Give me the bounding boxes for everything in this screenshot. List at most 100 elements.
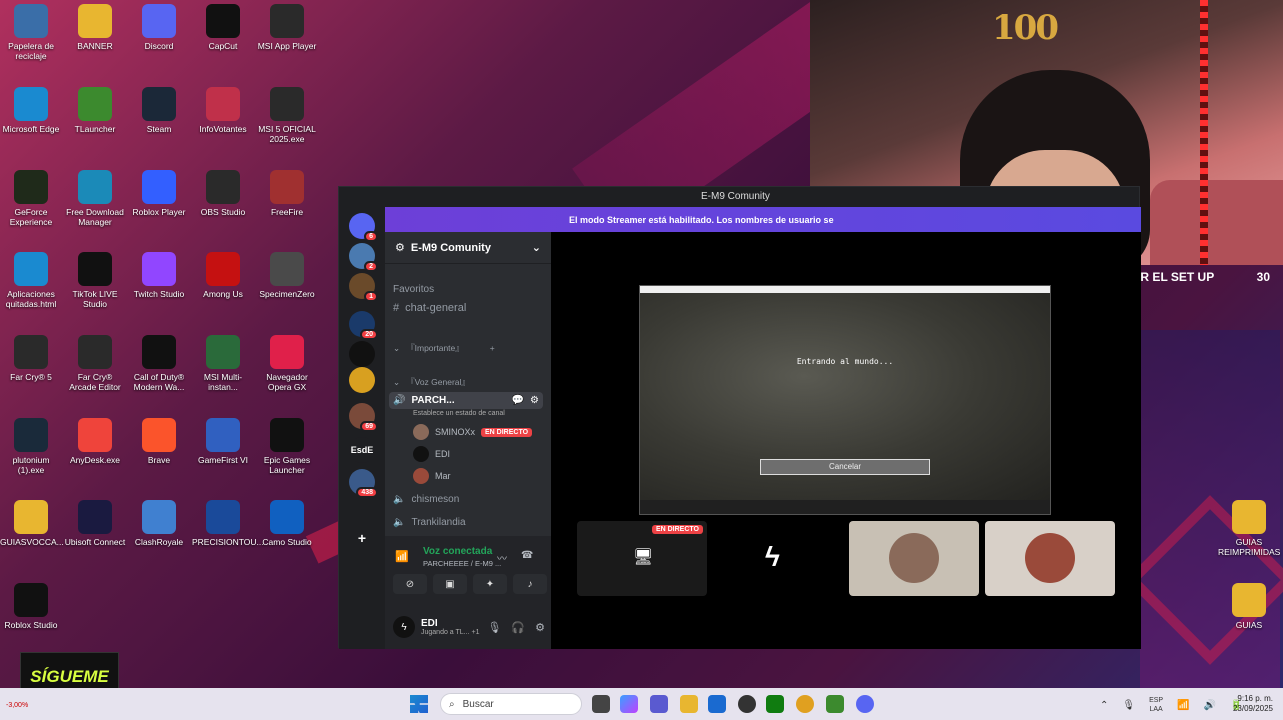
server-icon[interactable] [349, 367, 375, 393]
disconnect-icon[interactable]: ☎ [521, 550, 533, 561]
desktop-icon[interactable]: GUIASVOCCA... [0, 500, 64, 547]
server-icon[interactable] [349, 341, 375, 367]
app-icon[interactable] [738, 695, 756, 713]
channel-status-hint[interactable]: Establece un estado de canal [413, 410, 505, 417]
desktop-icon[interactable]: Navegador Opera GX [256, 335, 318, 392]
desktop-icon[interactable]: PRECISIONTOU... [192, 500, 264, 547]
wifi-icon[interactable]: 📶 [1177, 700, 1189, 711]
desktop-icon[interactable]: Ubisoft Connect [64, 500, 126, 547]
discord-taskbar-icon[interactable] [856, 695, 874, 713]
user-avatar[interactable]: ϟ [393, 616, 415, 638]
desktop-icon[interactable]: GeForce Experience [0, 170, 62, 227]
voice-channel-trankilandia[interactable]: 🔈 Trankilandia [393, 517, 466, 528]
desktop-icon[interactable]: GUIAS REIMPRIMIDAS [1218, 500, 1280, 557]
desktop-icon[interactable]: MSI App Player [256, 4, 318, 51]
windows-start-icon[interactable] [410, 695, 428, 713]
gear-icon[interactable]: ⚙ [530, 395, 539, 406]
channel-chat-general[interactable]: # chat-general [393, 302, 466, 314]
desktop-icon[interactable]: Microsoft Edge [0, 87, 62, 134]
file-explorer-icon[interactable] [680, 695, 698, 713]
stream-tile-user[interactable] [985, 521, 1115, 596]
chevron-down-icon[interactable]: ⌄ [532, 241, 541, 254]
stream-tile-live[interactable]: EN DIRECTO 🖥 [577, 521, 707, 596]
voice-channel-chismeson[interactable]: 🔈 chismeson [393, 494, 459, 505]
desktop-icon[interactable]: Camo Studio [256, 500, 318, 547]
add-icon[interactable]: + [490, 343, 495, 353]
server-icon[interactable]: EsdE [349, 437, 375, 463]
server-icon[interactable]: 1 [349, 273, 378, 302]
server-icon[interactable]: 20 [349, 311, 378, 340]
screen-share-button[interactable]: ▣ [433, 574, 467, 594]
desktop-icon[interactable]: FreeFire [256, 170, 318, 217]
desktop-icon[interactable]: AnyDesk.exe [64, 418, 126, 465]
voice-user[interactable]: Mar [413, 468, 451, 484]
desktop-icon[interactable]: MSI 5 OFICIAL 2025.exe [256, 87, 318, 144]
task-view-icon[interactable] [592, 695, 610, 713]
volume-icon[interactable]: 🔊 [1204, 700, 1216, 711]
desktop-icon[interactable]: GUIAS [1218, 583, 1280, 630]
stock-widget[interactable]: -3,00% [6, 702, 28, 709]
minecraft-cancel-button[interactable]: Cancelar [760, 459, 930, 475]
chrome-icon[interactable] [796, 695, 814, 713]
desktop-icon[interactable]: Call of Duty® Modern Wa... [128, 335, 190, 392]
add-server-icon[interactable]: + [349, 525, 375, 551]
copilot-icon[interactable] [620, 695, 638, 713]
server-header[interactable]: ⚙ E-M9 Comunity ⌄ [385, 232, 551, 264]
server-icon[interactable]: 438 [349, 469, 378, 498]
server-icon[interactable]: 2 [349, 243, 378, 272]
microphone-tray-icon[interactable]: 🎙 [1122, 700, 1135, 711]
desktop-icon[interactable]: CapCut [192, 4, 254, 51]
teams-icon[interactable] [650, 695, 668, 713]
desktop-icon[interactable]: TikTok LIVE Studio [64, 252, 126, 309]
desktop-icon[interactable]: Roblox Player [128, 170, 190, 217]
soundboard-button[interactable]: ♪ [513, 574, 547, 594]
server-icon[interactable]: 6 [349, 213, 378, 242]
desktop-icon[interactable]: plutonium (1).exe [0, 418, 62, 475]
server-icon[interactable]: 69 [349, 403, 378, 432]
store-icon[interactable] [708, 695, 726, 713]
language-indicator[interactable]: ESP LAA [1149, 696, 1163, 714]
desktop-icon[interactable]: MSI Multi-instan... [192, 335, 254, 392]
desktop-icon[interactable]: InfoVotantes [192, 87, 254, 134]
category-importante[interactable]: ⌄ 『Importante』 + [393, 342, 495, 354]
voice-channel-active[interactable]: 🔊 PARCH... 💬 ⚙ [389, 392, 543, 409]
camera-button[interactable]: ⊘ [393, 574, 427, 594]
desktop-icon[interactable]: Twitch Studio [128, 252, 190, 299]
desktop-icon[interactable]: Aplicaciones quitadas.html [0, 252, 62, 309]
voice-connected-channel[interactable]: PARCHEEEE / E-M9 ... [423, 559, 501, 568]
headphones-icon[interactable]: 🎧 [511, 621, 525, 634]
stream-tile-user[interactable] [849, 521, 979, 596]
desktop-icon[interactable]: OBS Studio [192, 170, 254, 217]
minecraft-icon[interactable] [826, 695, 844, 713]
desktop-icon[interactable]: Free Download Manager [64, 170, 126, 227]
chat-icon[interactable]: 💬 [512, 395, 524, 406]
desktop-icon[interactable]: BANNER [64, 4, 126, 51]
desktop-icon[interactable]: Roblox Studio [0, 583, 62, 630]
category-voz-general[interactable]: ⌄ 『Voz General』 [393, 376, 470, 388]
desktop-icon[interactable]: TLauncher [64, 87, 126, 134]
activities-button[interactable]: ✦ [473, 574, 507, 594]
desktop-icon[interactable]: GameFirst VI [192, 418, 254, 465]
voice-user[interactable]: EDI [413, 446, 450, 462]
discord-titlebar[interactable]: E-M9 Comunity [339, 187, 1139, 207]
desktop-icon[interactable]: ClashRoyale [128, 500, 190, 547]
noise-suppression-icon[interactable]: 〰 [497, 550, 507, 565]
clock[interactable]: 9:16 p. m. 23/09/2025 [1233, 694, 1273, 714]
desktop-icon[interactable]: Epic Games Launcher [256, 418, 318, 475]
xbox-icon[interactable] [766, 695, 784, 713]
voice-user[interactable]: SMINOXx EN DIRECTO [413, 424, 533, 440]
desktop-icon[interactable]: Far Cry® Arcade Editor [64, 335, 126, 392]
stream-tile-edi[interactable]: ϟ [713, 521, 843, 596]
desktop-icon[interactable]: Brave [128, 418, 190, 465]
microphone-icon[interactable]: 🎙 [487, 621, 501, 634]
settings-gear-icon[interactable]: ⚙ [535, 621, 545, 634]
desktop-icon[interactable]: SpecimenZero [256, 252, 318, 299]
desktop-icon[interactable]: Steam [128, 87, 190, 134]
taskbar-search[interactable]: ⌕ Buscar [440, 693, 582, 715]
chevron-up-icon[interactable]: ⌃ [1100, 700, 1108, 711]
desktop-icon[interactable]: Discord [128, 4, 190, 51]
desktop-icon[interactable]: Papelera de reciclaje [0, 4, 62, 61]
desktop-icon[interactable]: Far Cry® 5 [0, 335, 62, 382]
minecraft-stream-window[interactable]: Entrando al mundo... Cancelar [639, 285, 1051, 515]
desktop-icon[interactable]: Among Us [192, 252, 254, 299]
